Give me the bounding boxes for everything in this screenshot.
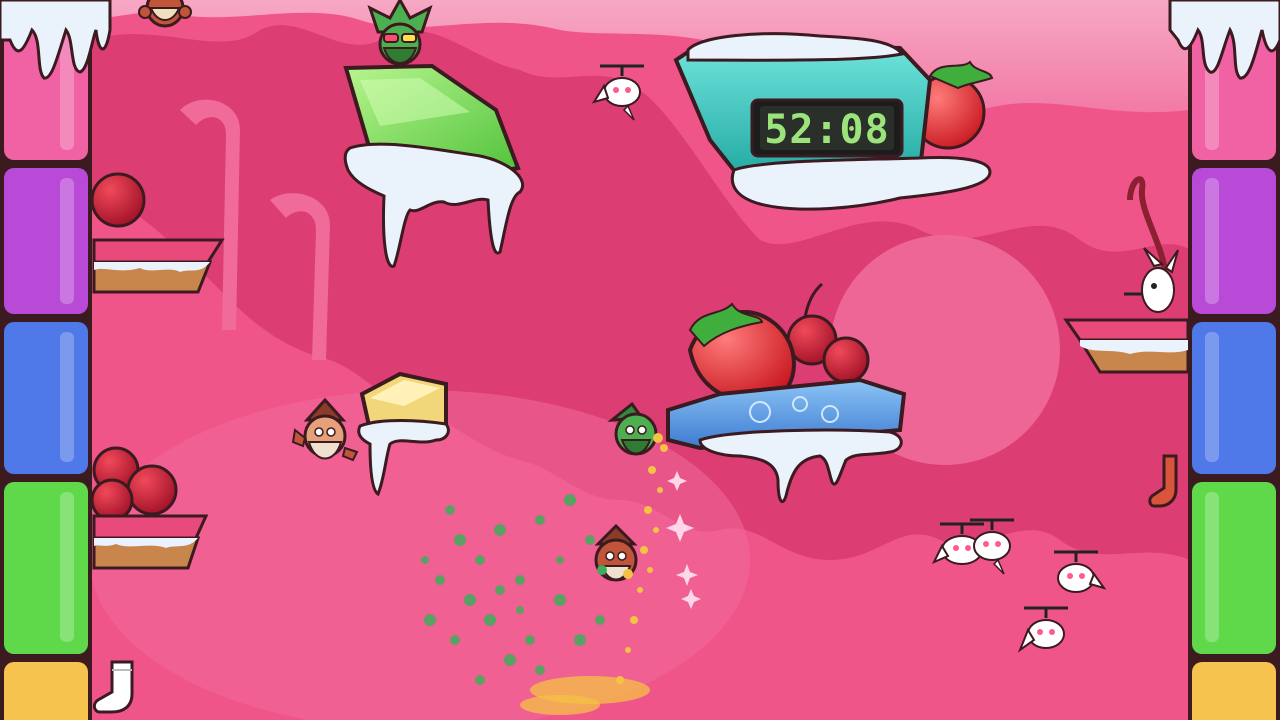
game-canvas: 52:08 <box>0 0 1280 720</box>
timer-readout: 52:08 <box>764 107 889 153</box>
game-scene: 52:08 <box>0 0 1280 720</box>
